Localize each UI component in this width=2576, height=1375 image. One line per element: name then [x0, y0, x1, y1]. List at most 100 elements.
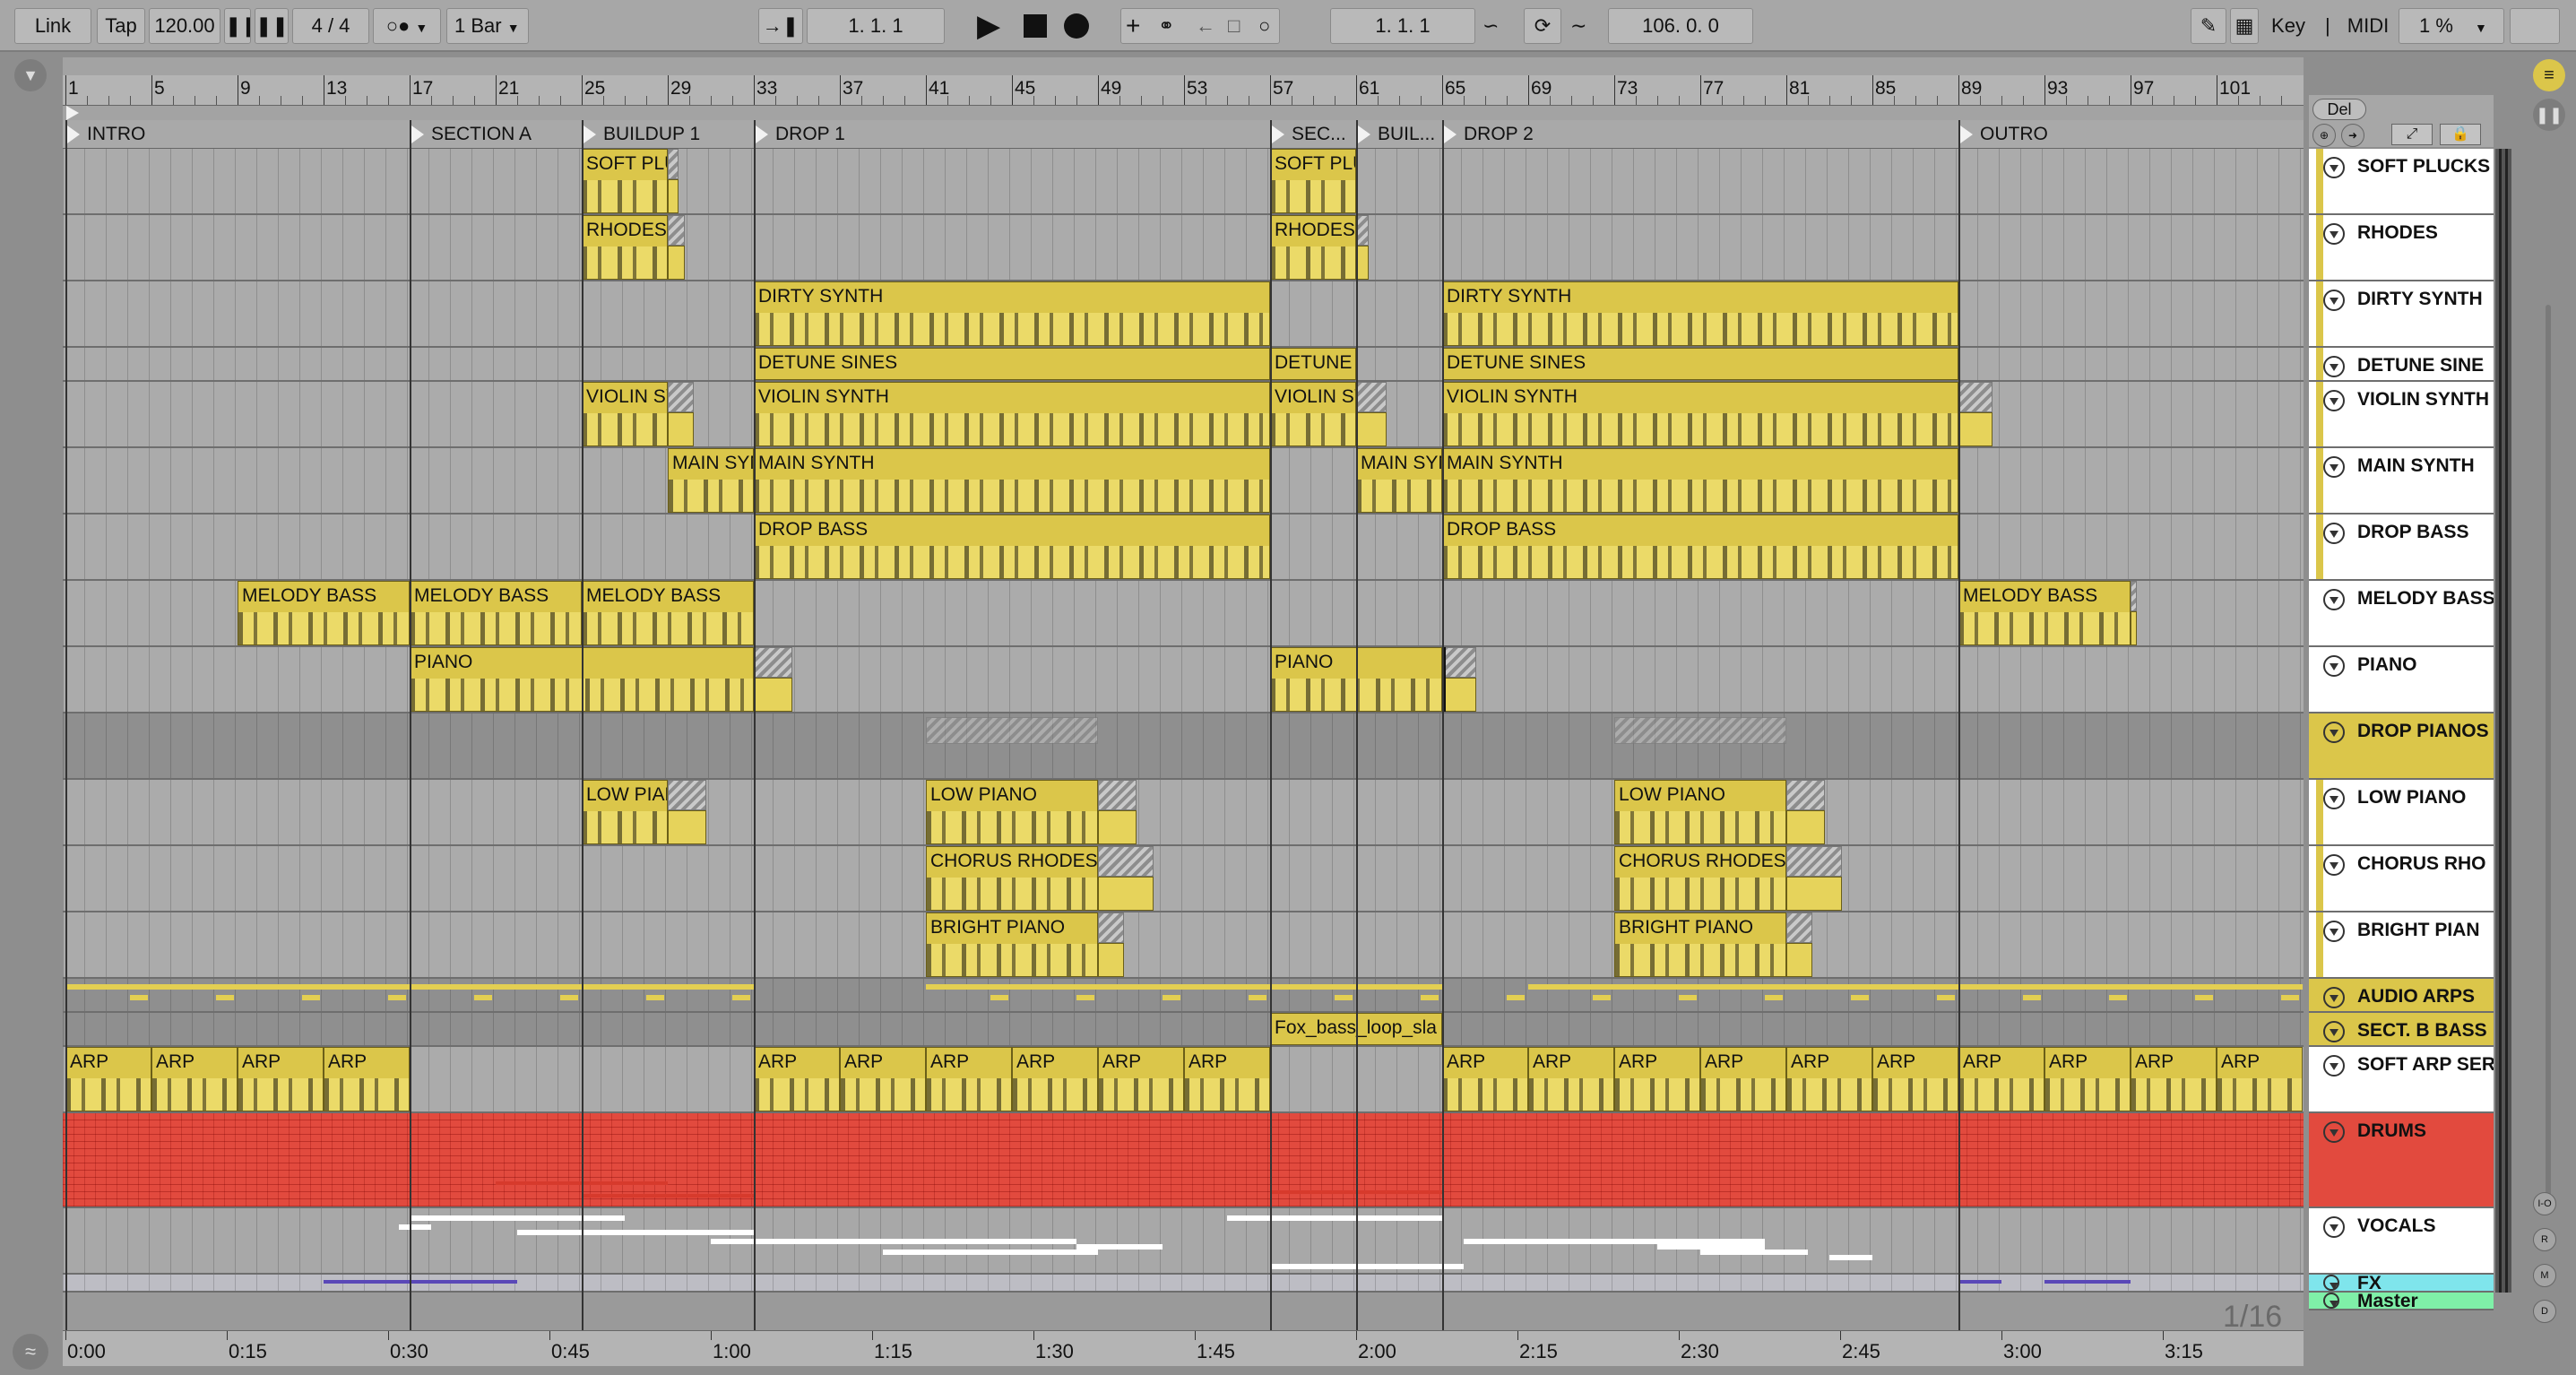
track-fold-icon[interactable]: [2323, 1293, 2339, 1309]
clip[interactable]: VIOLIN SY: [582, 382, 668, 446]
expand-icon[interactable]: ⤢: [2391, 124, 2433, 145]
track-fold-icon[interactable]: [2323, 1021, 2345, 1042]
clip[interactable]: ARP: [65, 1047, 151, 1111]
play-button[interactable]: ▶: [977, 8, 1004, 44]
clip[interactable]: DIRTY SYNTH: [1442, 281, 1958, 346]
group-fold-icon[interactable]: [2323, 722, 2345, 743]
clip[interactable]: DETUNE S: [1270, 348, 1356, 380]
wave-icon[interactable]: ≈: [13, 1334, 48, 1370]
clip[interactable]: DIRTY SYNTH: [754, 281, 1270, 346]
clip[interactable]: SOFT PLU: [582, 149, 668, 213]
mixer-toggle-icon[interactable]: ❚❚: [2533, 99, 2565, 131]
track-header-audio-arps[interactable]: AUDIO ARPS: [2309, 979, 2494, 1013]
clip[interactable]: RHODES: [582, 215, 668, 280]
arrangement-tracks[interactable]: SOFT PLUSOFT PLURHODESRHODESDIRTY SYNTHD…: [63, 149, 2304, 1293]
punch-in-button[interactable]: ∽: [1482, 8, 1509, 44]
clip[interactable]: ARP: [151, 1047, 238, 1111]
track-lane-melody-bass[interactable]: MELODY BASS MELODY BASS MELODY BASS MELODY …: [63, 581, 2304, 647]
group-fold-icon[interactable]: [2323, 1121, 2345, 1143]
track-fold-icon[interactable]: [2323, 921, 2345, 942]
clip[interactable]: LOW PIAN: [582, 780, 668, 844]
clip[interactable]: ARP: [840, 1047, 926, 1111]
clip[interactable]: Fox_bass_loop_sla: [1270, 1013, 1442, 1045]
clip[interactable]: ARP: [926, 1047, 1012, 1111]
track-lane-bright-pian[interactable]: BRIGHT PIANO BRIGHT PIANO: [63, 912, 2304, 979]
locator-lane[interactable]: INTRO SECTION A BUILDUP 1 DROP 1 SEC... BUIL.…: [63, 120, 2304, 149]
track-header-soft-arp-ser[interactable]: SOFT ARP SER: [2309, 1047, 2494, 1113]
track-fold-icon[interactable]: [2323, 223, 2345, 245]
clip[interactable]: CHORUS RHODES: [926, 846, 1098, 911]
clip[interactable]: ARP: [1700, 1047, 1786, 1111]
clip[interactable]: SOFT PLU: [1270, 149, 1356, 213]
key-map-button[interactable]: Key: [2266, 8, 2311, 44]
locator-2[interactable]: SECTION A: [410, 120, 582, 149]
group-fold-icon[interactable]: [2323, 1216, 2345, 1238]
clip[interactable]: MELODY BASS: [410, 581, 582, 645]
track-lane-soft-arp-ser[interactable]: ARP ARP ARP ARP ARP ARP ARP ARP ARP ARP ARP ARP ARP A…: [63, 1047, 2304, 1113]
punch-out-button[interactable]: ∼: [1570, 8, 1597, 44]
clip[interactable]: BRIGHT PIANO: [926, 912, 1098, 977]
follow-button[interactable]: →❚: [758, 8, 803, 44]
track-fold-icon[interactable]: [2323, 788, 2345, 809]
track-fold-icon[interactable]: [2323, 390, 2345, 411]
next-locator-icon[interactable]: ➜: [2341, 124, 2364, 147]
clip[interactable]: ARP: [2131, 1047, 2217, 1111]
side-button-d[interactable]: D: [2533, 1300, 2556, 1323]
overview-toggle-icon[interactable]: ▼: [14, 59, 47, 91]
track-header-main-synth[interactable]: MAIN SYNTH: [2309, 448, 2494, 515]
group-fold-icon[interactable]: [2323, 1275, 2339, 1291]
delete-button[interactable]: Del: [2312, 99, 2366, 120]
track-header-sect-b-bass[interactable]: SECT. B BASS: [2309, 1013, 2494, 1047]
time-ruler[interactable]: 0:00 0:15 0:30 0:45 1:00 1:15 1:30 1:45 2:00 2:15…: [63, 1330, 2304, 1366]
track-lane-dirty-synth[interactable]: DIRTY SYNTH DIRTY SYNTH: [63, 281, 2304, 348]
track-lane-soft-plucks[interactable]: SOFT PLU SOFT PLU: [63, 149, 2304, 215]
computer-keyboard-button[interactable]: ▦: [2230, 8, 2259, 44]
link-button[interactable]: Link: [14, 8, 91, 44]
track-lane-vocals[interactable]: [63, 1208, 2304, 1275]
track-header-low-piano[interactable]: LOW PIANO: [2309, 780, 2494, 846]
arrangement-position-field[interactable]: 1. 1. 1: [807, 8, 945, 44]
loop-brace-strip[interactable]: [63, 106, 2304, 120]
track-header-melody-bass[interactable]: MELODY BASS: [2309, 581, 2494, 647]
track-lane-rhodes[interactable]: RHODES RHODES: [63, 215, 2304, 281]
clip[interactable]: ARP: [1442, 1047, 1528, 1111]
track-fold-icon[interactable]: [2323, 987, 2345, 1008]
track-header-detune-sine[interactable]: DETUNE SINE: [2309, 348, 2494, 382]
clip[interactable]: CHORUS RHODES: [1614, 846, 1786, 911]
track-header-master[interactable]: Master: [2309, 1293, 2494, 1310]
track-fold-icon[interactable]: [2323, 290, 2345, 311]
beat-time-ruler[interactable]: 1 5 9 13 17 21 25 29 33 37 41 45 49 53 57 61 65 69 73 77 81 8…: [63, 75, 2304, 106]
clip[interactable]: MELODY BASS: [582, 581, 754, 645]
midi-map-button[interactable]: MIDI: [2341, 8, 2395, 44]
record-button[interactable]: [1064, 13, 1089, 39]
clip[interactable]: DETUNE SINES: [1442, 348, 1958, 380]
locator-6[interactable]: BUIL...: [1356, 120, 1442, 149]
track-header-drums[interactable]: DRUMS: [2309, 1113, 2494, 1208]
clip[interactable]: ARP: [1098, 1047, 1184, 1111]
clip[interactable]: ARP: [1614, 1047, 1700, 1111]
track-header-dirty-synth[interactable]: DIRTY SYNTH: [2309, 281, 2494, 348]
track-header-piano[interactable]: PIANO: [2309, 647, 2494, 713]
locator-5[interactable]: SEC...: [1270, 120, 1356, 149]
clip[interactable]: MAIN SYN: [1356, 448, 1442, 513]
clip[interactable]: VIOLIN SYNTH: [1442, 382, 1958, 446]
back-to-arrangement-button[interactable]: ←: [1196, 8, 1223, 44]
time-signature-field[interactable]: 4 / 4: [292, 8, 369, 44]
capture-button[interactable]: □: [1228, 8, 1255, 44]
clip[interactable]: MAIN SYNTH: [754, 448, 1270, 513]
nudge-up-button[interactable]: ❚❚: [255, 8, 289, 44]
track-fold-icon[interactable]: [2323, 1055, 2345, 1077]
track-lane-drop-bass[interactable]: DROP BASS DROP BASS: [63, 515, 2304, 581]
clip[interactable]: MELODY BASS: [1958, 581, 2131, 645]
track-lane-low-piano[interactable]: LOW PIAN LOW PIANO LOW PIANO: [63, 780, 2304, 846]
track-header-rhodes[interactable]: RHODES: [2309, 215, 2494, 281]
clip[interactable]: RHODES: [1270, 215, 1356, 280]
clip[interactable]: ARP: [238, 1047, 324, 1111]
track-lane-main-synth[interactable]: MAIN SYNMAIN SYNTHMAIN SYNMAIN SYNTH: [63, 448, 2304, 515]
tempo-field[interactable]: 120.00: [149, 8, 220, 44]
nudge-down-button[interactable]: ❚❚: [224, 8, 251, 44]
side-button-r[interactable]: R: [2533, 1228, 2556, 1251]
locator-3[interactable]: BUILDUP 1: [582, 120, 754, 149]
automation-arm-button[interactable]: ⚭: [1158, 8, 1185, 44]
stop-button[interactable]: [1024, 14, 1047, 38]
